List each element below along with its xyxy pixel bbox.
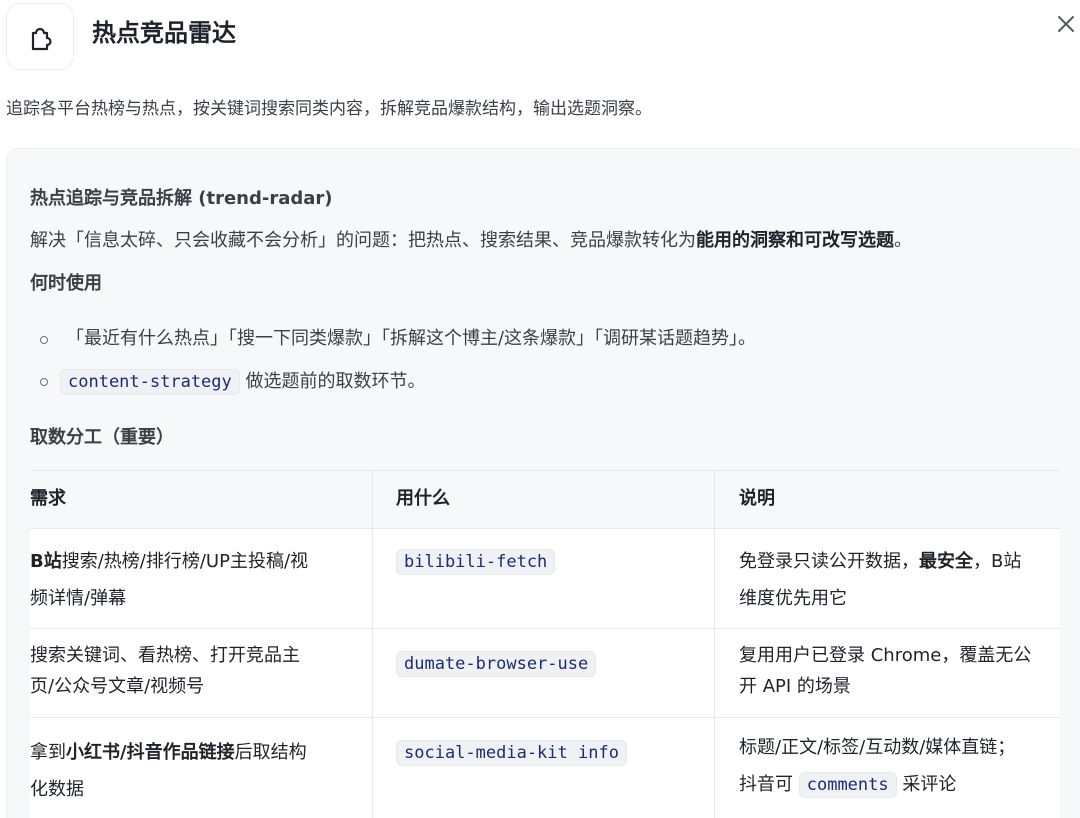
cell-text: 开 API 的场景 [739,676,851,697]
column-divider [714,470,715,818]
tool-code: bilibili-fetch [396,549,556,575]
skill-heading: 热点追踪与竞品拆解 (trend-radar) [30,188,333,209]
table-cell-note: 免登录只读公开数据，最安全，B站 维度优先用它 [739,543,1021,617]
dialog-header: 热点竞品雷达 [0,0,1080,80]
column-divider [372,470,373,818]
bullet-icon [40,378,48,386]
page-title: 热点竞品雷达 [92,19,236,47]
when-heading: 何时使用 [30,273,102,294]
skill-description: 追踪各平台热榜与热点，按关键词搜索同类内容，拆解竞品爆款结构，输出选题洞察。 [6,99,652,119]
cell-text: 免登录只读公开数据， [739,551,919,572]
cell-text: 后取结构 [234,742,307,763]
table-header-tool: 用什么 [396,488,450,509]
table-cell-need: 拿到小红书/抖音作品链接后取结构 化数据 [30,734,307,808]
tool-code: dumate-browser-use [396,651,597,677]
close-button[interactable] [1052,10,1080,38]
table-cell-note: 标题/正文/标签/互动数/媒体直链； 抖音可 comments 采评论 [739,729,1015,804]
list-item: content-strategy 做选题前的取数环节。 [60,366,426,398]
cell-text: 采评论 [896,774,957,795]
cell-text: 抖音可 [739,774,799,795]
list-item: 「最近有什么热点」「搜一下同类爆款」「拆解这个博主/这条爆款」「调研某话题趋势」… [66,328,757,349]
inline-code: content-strategy [60,369,240,395]
table-cell-tool: bilibili-fetch [396,543,556,581]
cell-text: 标题/正文/标签/互动数/媒体直链； [739,737,1016,758]
cell-text: 化数据 [30,779,84,800]
cell-text: 维度优先用它 [739,588,847,609]
cell-bold: 小红书/抖音作品链接 [66,742,235,763]
table-cell-note: 复用用户已登录 Chrome，覆盖无公 开 API 的场景 [739,640,1031,702]
cell-bold: B站 [30,551,62,572]
cell-text: 复用用户已登录 Chrome，覆盖无公 [739,645,1032,666]
app-icon-container [6,3,74,70]
table-divider [30,528,1060,529]
bullet-icon [40,336,48,344]
table-header-need: 需求 [30,488,66,509]
cell-text: 搜索关键词、看热榜、打开竞品主 [30,645,300,666]
intro-bold: 能用的洞察和可改写选题 [696,230,894,251]
cell-text: 频详情/弹幕 [30,588,127,609]
split-heading: 取数分工（重要） [30,427,174,448]
inline-code: comments [798,772,897,798]
cell-text: 拿到 [30,742,66,763]
list-item-text: 做选题前的取数环节。 [239,371,426,392]
intro-text: 解决「信息太碎、只会收藏不会分析」的问题：把热点、搜索结果、竞品爆款转化为 [30,230,696,251]
table-cell-need: B站搜索/热榜/排行榜/UP主投稿/视 频详情/弹幕 [30,543,308,617]
cell-text: ，B站 [973,551,1022,572]
cell-bold: 最安全 [919,551,973,572]
close-icon [1058,16,1074,32]
table-cell-tool: dumate-browser-use [396,645,597,683]
cell-text: 搜索/热榜/排行榜/UP主投稿/视 [61,551,309,572]
table-cell-tool: social-media-kit info [396,734,627,772]
table-divider [30,628,1060,629]
tool-code: social-media-kit info [396,740,627,766]
table-divider [30,717,1060,718]
skill-intro: 解决「信息太碎、只会收藏不会分析」的问题：把热点、搜索结果、竞品爆款转化为能用的… [30,227,912,255]
table-divider [30,470,1060,471]
table-header-note: 说明 [739,488,775,509]
cell-text: 页/公众号文章/视频号 [30,676,205,697]
puzzle-icon [31,27,52,50]
intro-suffix: 。 [894,230,912,251]
table-cell-need: 搜索关键词、看热榜、打开竞品主 页/公众号文章/视频号 [30,640,300,702]
